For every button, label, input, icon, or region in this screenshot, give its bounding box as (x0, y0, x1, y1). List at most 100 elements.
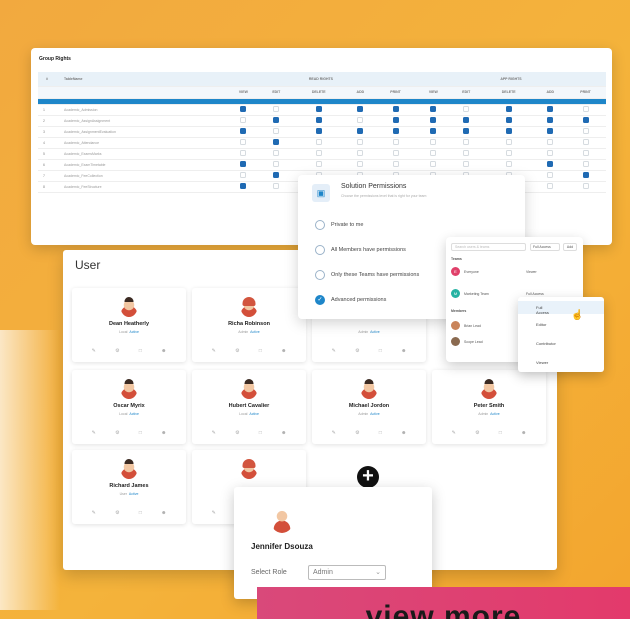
permission-checkbox[interactable] (463, 106, 470, 112)
permission-checkbox[interactable] (463, 139, 470, 145)
settings-icon[interactable]: ⚙ (115, 348, 119, 354)
settings-icon[interactable]: ⚙ (235, 430, 239, 436)
permission-checkbox[interactable] (505, 117, 512, 123)
permission-checkbox[interactable] (357, 150, 364, 156)
settings-icon[interactable]: ⚙ (115, 510, 119, 516)
permission-checkbox[interactable] (315, 128, 322, 134)
user-card[interactable]: Dean Heatherly Local Active ✎ ⚙ □ ☻ (72, 288, 186, 362)
permission-checkbox[interactable] (547, 139, 554, 145)
permission-checkbox[interactable] (273, 172, 280, 178)
permission-checkbox[interactable] (240, 139, 247, 145)
user-icon[interactable]: ☻ (161, 348, 166, 354)
settings-icon[interactable]: ⚙ (355, 430, 359, 436)
edit-icon[interactable]: ✎ (92, 348, 96, 354)
team-access[interactable]: Viewer (526, 270, 537, 274)
permission-checkbox[interactable] (240, 183, 247, 189)
permission-checkbox[interactable] (240, 117, 247, 123)
delete-icon[interactable]: □ (139, 430, 142, 436)
permission-checkbox[interactable] (392, 128, 399, 134)
delete-icon[interactable]: □ (499, 430, 502, 436)
permission-checkbox[interactable] (315, 106, 322, 112)
user-card[interactable]: Peter Smith Admin Active ✎ ⚙ □ ☻ (432, 370, 546, 444)
permission-checkbox[interactable] (582, 183, 589, 189)
permission-option[interactable]: All Members have permissions (315, 245, 406, 255)
permission-checkbox[interactable] (240, 128, 247, 134)
radio-button[interactable]: ✓ (315, 295, 325, 305)
permission-checkbox[interactable] (392, 150, 399, 156)
permission-checkbox[interactable] (547, 150, 554, 156)
permission-checkbox[interactable] (505, 150, 512, 156)
permission-checkbox[interactable] (430, 150, 437, 156)
radio-button[interactable] (315, 245, 325, 255)
permission-checkbox[interactable] (505, 106, 512, 112)
user-icon[interactable]: ☻ (161, 510, 166, 516)
permission-checkbox[interactable] (273, 139, 280, 145)
user-card[interactable]: Richa Robinson Admin Active ✎ ⚙ □ ☻ (192, 288, 306, 362)
user-icon[interactable]: ☻ (401, 348, 406, 354)
permission-checkbox[interactable] (392, 139, 399, 145)
access-select[interactable]: Full Access (530, 243, 560, 251)
settings-icon[interactable]: ⚙ (355, 348, 359, 354)
permission-checkbox[interactable] (273, 161, 280, 167)
permission-checkbox[interactable] (547, 128, 554, 134)
permission-checkbox[interactable] (463, 128, 470, 134)
edit-icon[interactable]: ✎ (212, 348, 216, 354)
delete-icon[interactable]: □ (139, 348, 142, 354)
permission-checkbox[interactable] (357, 117, 364, 123)
permission-checkbox[interactable] (582, 150, 589, 156)
role-menu-item[interactable]: Viewer (536, 360, 548, 365)
user-icon[interactable]: ☻ (521, 430, 526, 436)
user-card[interactable]: Richard James User Active ✎ ⚙ □ ☻ (72, 450, 186, 524)
user-icon[interactable]: ☻ (281, 348, 286, 354)
permission-checkbox[interactable] (357, 161, 364, 167)
permission-checkbox[interactable] (273, 106, 280, 112)
permission-checkbox[interactable] (505, 128, 512, 134)
permission-checkbox[interactable] (315, 161, 322, 167)
permission-checkbox[interactable] (582, 106, 589, 112)
role-menu-item[interactable]: Editor (536, 322, 546, 327)
permission-option[interactable]: Private to me (315, 220, 363, 230)
permission-checkbox[interactable] (315, 139, 322, 145)
permission-checkbox[interactable] (357, 139, 364, 145)
permission-checkbox[interactable] (430, 106, 437, 112)
permission-checkbox[interactable] (273, 183, 280, 189)
permission-checkbox[interactable] (463, 150, 470, 156)
permission-checkbox[interactable] (547, 161, 554, 167)
edit-icon[interactable]: ✎ (92, 430, 96, 436)
permission-checkbox[interactable] (582, 161, 589, 167)
radio-button[interactable] (315, 270, 325, 280)
settings-icon[interactable]: ⚙ (475, 430, 479, 436)
permission-checkbox[interactable] (547, 106, 554, 112)
delete-icon[interactable]: □ (379, 348, 382, 354)
edit-icon[interactable]: ✎ (332, 430, 336, 436)
permission-checkbox[interactable] (582, 117, 589, 123)
edit-icon[interactable]: ✎ (212, 430, 216, 436)
delete-icon[interactable]: □ (259, 348, 262, 354)
permission-checkbox[interactable] (357, 106, 364, 112)
add-team-button[interactable]: Add (563, 243, 577, 251)
permission-checkbox[interactable] (582, 128, 589, 134)
edit-icon[interactable]: ✎ (452, 430, 456, 436)
permission-checkbox[interactable] (357, 128, 364, 134)
user-icon[interactable]: ☻ (401, 430, 406, 436)
permission-checkbox[interactable] (430, 161, 437, 167)
user-card[interactable]: Oscar Myrix Local Active ✎ ⚙ □ ☻ (72, 370, 186, 444)
user-card[interactable]: Michael Jordon Admin Active ✎ ⚙ □ ☻ (312, 370, 426, 444)
permission-checkbox[interactable] (547, 117, 554, 123)
teams-search-input[interactable]: Search users & teams (451, 243, 526, 251)
delete-icon[interactable]: □ (379, 430, 382, 436)
role-menu-item[interactable]: Full Access (536, 305, 549, 315)
radio-button[interactable] (315, 220, 325, 230)
permission-checkbox[interactable] (505, 139, 512, 145)
permission-checkbox[interactable] (463, 161, 470, 167)
permission-checkbox[interactable] (392, 161, 399, 167)
permission-option[interactable]: ✓ Advanced permissions (315, 295, 386, 305)
role-select[interactable]: Admin ⌄ (308, 565, 386, 580)
view-more-button[interactable]: view more (257, 587, 630, 619)
permission-checkbox[interactable] (547, 183, 554, 189)
permission-checkbox[interactable] (240, 150, 247, 156)
permission-checkbox[interactable] (430, 128, 437, 134)
settings-icon[interactable]: ⚙ (235, 348, 239, 354)
user-card[interactable]: Hubert Cavalier Local Active ✎ ⚙ □ ☻ (192, 370, 306, 444)
permission-checkbox[interactable] (273, 128, 280, 134)
